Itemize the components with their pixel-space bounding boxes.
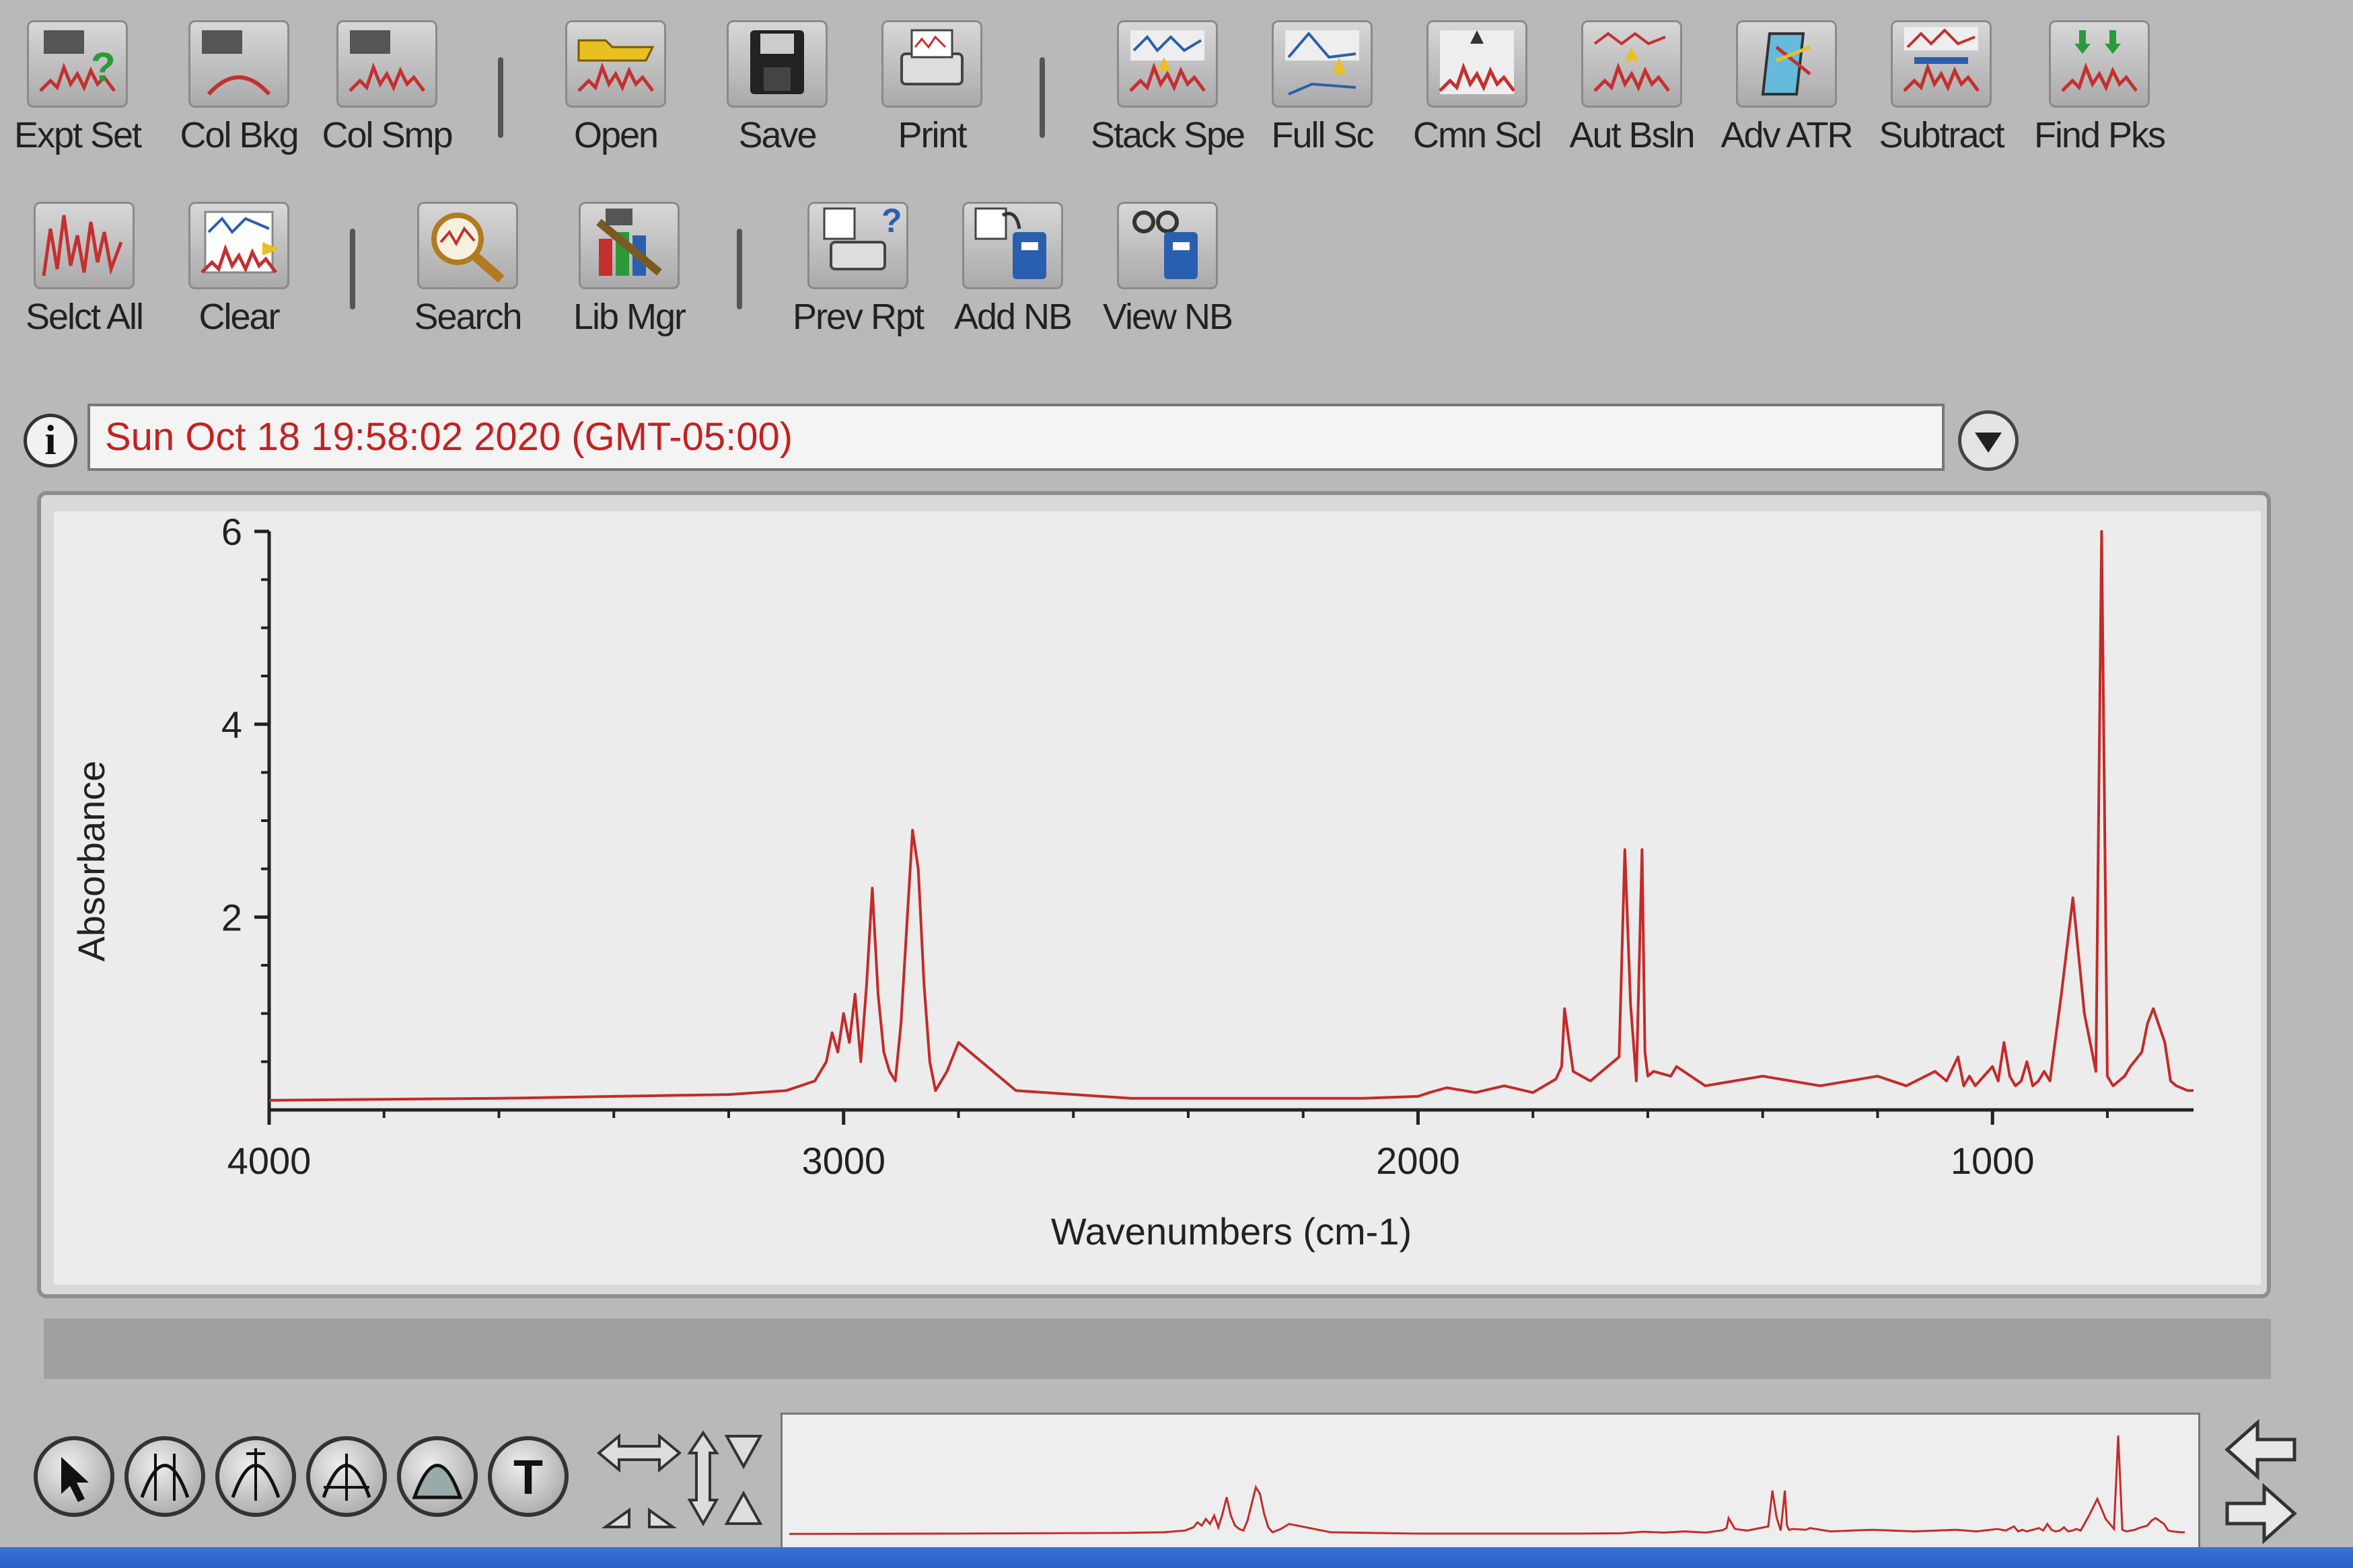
x-tick-label: 2000 — [1376, 1140, 1460, 1182]
lib-mgr-button[interactable]: Lib Mgr — [552, 202, 707, 338]
col-smp-button[interactable]: Col Smp — [310, 20, 464, 156]
add-nb-button[interactable]: Add NB — [935, 202, 1090, 338]
clear-label: Clear — [198, 297, 280, 337]
floppy-disk-icon — [727, 20, 828, 108]
prev-rpt-label: Prev Rpt — [792, 297, 925, 337]
prev-rpt-button[interactable]: ? Prev Rpt — [781, 202, 935, 338]
find-peaks-icon — [2049, 20, 2150, 108]
select-all-button[interactable]: Selct All — [7, 202, 161, 338]
open-folder-icon — [565, 20, 666, 108]
toolbar-separator — [737, 229, 742, 309]
chevron-down-icon[interactable] — [1958, 410, 2019, 471]
y-tick-label: 4 — [221, 704, 242, 746]
toolbar-separator — [350, 229, 355, 309]
cmn-scl-button[interactable]: Cmn Scl — [1400, 20, 1554, 156]
print-button[interactable]: Print — [855, 20, 1009, 156]
baseline-tool-icon[interactable] — [397, 1436, 478, 1517]
subtract-label: Subtract — [1879, 115, 2004, 155]
search-icon — [417, 202, 518, 289]
search-button[interactable]: Search — [390, 202, 545, 338]
scroll-arrows-icon[interactable] — [2220, 1413, 2301, 1547]
x-tick-label: 3000 — [801, 1140, 885, 1182]
subtract-icon — [1891, 20, 1992, 108]
region-tool-icon[interactable] — [124, 1436, 205, 1517]
collect-background-icon — [188, 20, 289, 108]
text-tool-icon[interactable]: T — [488, 1436, 569, 1517]
lib-mgr-label: Lib Mgr — [573, 297, 686, 337]
select-all-icon — [34, 202, 135, 289]
svg-text:?: ? — [91, 44, 116, 89]
common-scale-icon — [1426, 20, 1527, 108]
full-sc-button[interactable]: Full Sc — [1245, 20, 1400, 156]
add-nb-label: Add NB — [953, 297, 1073, 337]
col-bkg-label: Col Bkg — [180, 115, 299, 155]
clear-button[interactable]: Clear — [161, 202, 316, 338]
windows-taskbar — [0, 1547, 2353, 1568]
select-all-label: Selct All — [25, 297, 144, 337]
y-tick-label: 2 — [221, 896, 242, 938]
search-label: Search — [414, 297, 522, 337]
x-tick-label: 1000 — [1951, 1140, 2035, 1182]
find-pks-button[interactable]: Find Pks — [2022, 20, 2177, 156]
expt-set-label: Expt Set — [13, 115, 142, 155]
y-tick-label: 6 — [221, 511, 242, 553]
zoom-arrows-icon[interactable] — [592, 1426, 767, 1534]
save-button[interactable]: Save — [700, 20, 855, 156]
aut-bsln-button[interactable]: Aut Bsln — [1554, 20, 1709, 156]
save-label: Save — [738, 115, 817, 155]
open-button[interactable]: Open — [538, 20, 693, 156]
peak-area-tool-icon[interactable] — [306, 1436, 387, 1517]
printer-icon — [881, 20, 982, 108]
y-axis-label: Absorbance — [70, 761, 112, 962]
info-icon[interactable]: i — [24, 414, 77, 468]
spectrum-title-field[interactable]: Sun Oct 18 19:58:02 2020 (GMT-05:00) — [87, 404, 1945, 471]
toolbar-separator — [1040, 57, 1045, 138]
x-tick-label: 4000 — [227, 1140, 312, 1182]
main-toolbar: ? Expt Set Col Bkg Col Smp Open Save Print Stac… — [0, 20, 2288, 182]
experiment-setup-icon: ? — [27, 20, 128, 108]
info-bar: i Sun Oct 18 19:58:02 2020 (GMT-05:00) — [20, 397, 2019, 484]
spectrum-chart[interactable]: 4000 3000 2000 1000 6 4 2 Absorbance Wavenumbe… — [54, 511, 2261, 1285]
subtract-button[interactable]: Subtract — [1864, 20, 2019, 156]
view-nb-label: View NB — [1102, 297, 1233, 337]
full-sc-label: Full Sc — [1271, 115, 1374, 155]
x-axis-label: Wavenumbers (cm-1) — [1051, 1210, 1412, 1253]
pointer-tool-icon[interactable] — [34, 1436, 114, 1517]
peak-height-tool-icon[interactable] — [215, 1436, 296, 1517]
toolbar-separator — [498, 57, 503, 138]
collect-sample-icon — [336, 20, 437, 108]
open-label: Open — [573, 115, 659, 155]
adv-atr-button[interactable]: Adv ATR — [1709, 20, 1864, 156]
add-notebook-icon — [962, 202, 1063, 289]
spectrum-line[interactable] — [268, 530, 2194, 1102]
secondary-toolbar: Selct All Clear Search Lib Mgr? Prev Rpt Add … — [0, 202, 2288, 377]
print-label: Print — [898, 115, 967, 155]
adv-atr-label: Adv ATR — [1721, 115, 1853, 155]
cmn-scl-label: Cmn Scl — [1412, 115, 1542, 155]
spectrum-overview[interactable] — [781, 1413, 2200, 1557]
col-bkg-button[interactable]: Col Bkg — [161, 20, 316, 156]
library-manager-icon — [579, 202, 680, 289]
view-notebook-icon — [1117, 202, 1218, 289]
svg-text:T: T — [513, 1451, 543, 1505]
stack-spectra-icon — [1117, 20, 1218, 108]
bottom-toolbar: T — [0, 1399, 2353, 1557]
overview-spectrum-line — [789, 1435, 2185, 1535]
clear-icon — [188, 202, 289, 289]
status-strip — [44, 1318, 2271, 1379]
svg-text:?: ? — [881, 202, 902, 239]
find-pks-label: Find Pks — [2033, 115, 2166, 155]
full-scale-icon — [1272, 20, 1373, 108]
stack-spe-label: Stack Spe — [1090, 115, 1245, 155]
expt-set-button[interactable]: ? Expt Set — [0, 20, 155, 156]
preview-report-icon: ? — [807, 202, 908, 289]
stack-spe-button[interactable]: Stack Spe — [1090, 20, 1245, 156]
auto-baseline-icon — [1581, 20, 1682, 108]
col-smp-label: Col Smp — [322, 115, 453, 155]
aut-bsln-label: Aut Bsln — [1569, 115, 1695, 155]
advanced-atr-icon — [1736, 20, 1837, 108]
view-nb-button[interactable]: View NB — [1090, 202, 1245, 338]
